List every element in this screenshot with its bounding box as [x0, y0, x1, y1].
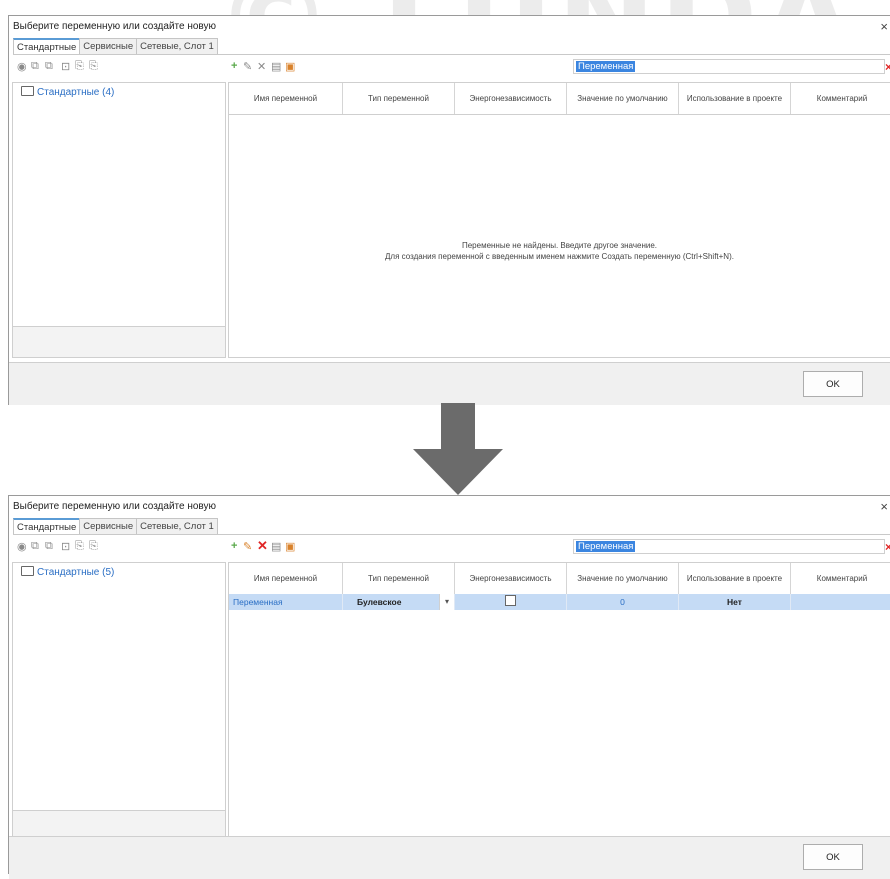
type-value: Булевское: [357, 597, 402, 607]
copy-all-icon[interactable]: ⧉: [45, 540, 53, 553]
export-icon[interactable]: ⎘: [75, 60, 84, 73]
delete-icon[interactable]: ✕: [257, 60, 266, 73]
folder-icon: [21, 86, 34, 96]
titlebar: Выберите переменную или создайте новую ×: [9, 496, 890, 518]
cell-default[interactable]: 0: [567, 594, 679, 610]
view-icon[interactable]: ◉: [17, 60, 27, 73]
clipboard-icon[interactable]: ▣: [285, 540, 295, 553]
column-nonvolatile[interactable]: Энергонезависимость: [455, 83, 567, 114]
export-all-icon[interactable]: ⎘: [89, 60, 98, 73]
search-selected-text: Переменная: [576, 61, 636, 72]
add-icon[interactable]: +: [231, 60, 237, 72]
ok-button[interactable]: OK: [803, 371, 863, 397]
column-type[interactable]: Тип переменной: [343, 83, 455, 114]
close-icon[interactable]: ×: [880, 19, 888, 34]
edit-icon[interactable]: ✎: [243, 60, 252, 73]
down-arrow-icon: [413, 403, 503, 495]
paste-icon[interactable]: ▤: [271, 540, 281, 553]
cell-nonvolatile: [455, 594, 567, 610]
copy-icon[interactable]: ⧉: [31, 60, 39, 73]
delete-icon[interactable]: ✕: [257, 538, 268, 554]
toolbar: ◉ ⧉ ⧉ ⊡ ⎘ ⎘ + ✎ ✕ ▤ ▣ Переменная ×: [9, 57, 890, 77]
edit-icon[interactable]: ✎: [243, 540, 252, 553]
copy-all-icon[interactable]: ⧉: [45, 60, 53, 73]
column-type[interactable]: Тип переменной: [343, 563, 455, 594]
titlebar: Выберите переменную или создайте новую ×: [9, 16, 890, 38]
tab-network-slot1[interactable]: Сетевые, Слот 1: [136, 38, 218, 54]
tree-node-label: Стандартные (4): [37, 87, 115, 98]
grid-header: Имя переменной Тип переменной Энергонеза…: [229, 563, 890, 595]
nonvolatile-checkbox[interactable]: [505, 595, 516, 606]
variables-grid: Имя переменной Тип переменной Энергонеза…: [228, 82, 890, 358]
empty-message-line2: Для создания переменной с введенным имен…: [385, 252, 734, 261]
select-variable-dialog-after: Выберите переменную или создайте новую ×…: [8, 495, 890, 879]
cell-name[interactable]: Переменная: [229, 594, 343, 610]
search-selected-text: Переменная: [576, 541, 636, 552]
column-comment[interactable]: Комментарий: [791, 563, 890, 594]
toolbar: ◉ ⧉ ⧉ ⊡ ⎘ ⎘ + ✎ ✕ ▤ ▣ Переменная ×: [9, 537, 890, 557]
import-icon[interactable]: ⊡: [61, 540, 70, 553]
group-tree: Стандартные (4): [12, 82, 226, 358]
select-variable-dialog-before: Выберите переменную или создайте новую ×…: [8, 15, 890, 405]
dialog-title: Выберите переменную или создайте новую: [13, 501, 217, 512]
grid-header: Имя переменной Тип переменной Энергонеза…: [229, 83, 890, 115]
view-icon[interactable]: ◉: [17, 540, 27, 553]
empty-message-line1: Переменные не найдены. Введите другое зн…: [461, 241, 658, 250]
tab-strip: Стандартные Сервисные Сетевые, Слот 1: [13, 518, 218, 534]
tab-standard[interactable]: Стандартные: [13, 38, 81, 54]
clear-search-icon[interactable]: ×: [885, 540, 890, 554]
column-name[interactable]: Имя переменной: [229, 83, 343, 114]
clear-search-icon[interactable]: ×: [885, 60, 890, 74]
copy-icon[interactable]: ⧉: [31, 540, 39, 553]
folder-icon: [21, 566, 34, 576]
chevron-down-icon[interactable]: ▾: [439, 594, 454, 610]
column-usage[interactable]: Использование в проекте: [679, 563, 791, 594]
tab-service[interactable]: Сервисные: [79, 38, 138, 54]
dialog-title: Выберите переменную или создайте новую: [13, 21, 217, 32]
tree-node-standard[interactable]: Стандартные (5): [21, 566, 114, 578]
dialog-footer: OK: [9, 836, 890, 879]
column-comment[interactable]: Комментарий: [791, 83, 890, 114]
cell-usage: Нет: [679, 594, 791, 610]
dialog-footer: OK: [9, 362, 890, 405]
cell-type[interactable]: Булевское ▾: [343, 594, 455, 610]
ok-button[interactable]: OK: [803, 844, 863, 870]
export-all-icon[interactable]: ⎘: [89, 540, 98, 553]
column-default[interactable]: Значение по умолчанию: [567, 83, 679, 114]
tab-strip: Стандартные Сервисные Сетевые, Слот 1: [13, 38, 218, 54]
tree-node-label: Стандартные (5): [37, 567, 115, 578]
add-icon[interactable]: +: [231, 540, 237, 552]
variables-grid: Имя переменной Тип переменной Энергонеза…: [228, 562, 890, 842]
column-usage[interactable]: Использование в проекте: [679, 83, 791, 114]
table-row[interactable]: Переменная Булевское ▾ 0 Нет: [229, 594, 890, 610]
cell-comment[interactable]: [791, 594, 890, 610]
column-name[interactable]: Имя переменной: [229, 563, 343, 594]
column-nonvolatile[interactable]: Энергонезависимость: [455, 563, 567, 594]
tab-network-slot1[interactable]: Сетевые, Слот 1: [136, 518, 218, 534]
tree-node-standard[interactable]: Стандартные (4): [21, 86, 114, 98]
tab-standard[interactable]: Стандартные: [13, 518, 81, 534]
clipboard-icon[interactable]: ▣: [285, 60, 295, 73]
paste-icon[interactable]: ▤: [271, 60, 281, 73]
group-tree: Стандартные (5): [12, 562, 226, 842]
export-icon[interactable]: ⎘: [75, 540, 84, 553]
search-input[interactable]: Переменная: [573, 539, 885, 554]
tab-service[interactable]: Сервисные: [79, 518, 138, 534]
search-input[interactable]: Переменная: [573, 59, 885, 74]
close-icon[interactable]: ×: [880, 499, 888, 514]
import-icon[interactable]: ⊡: [61, 60, 70, 73]
column-default[interactable]: Значение по умолчанию: [567, 563, 679, 594]
